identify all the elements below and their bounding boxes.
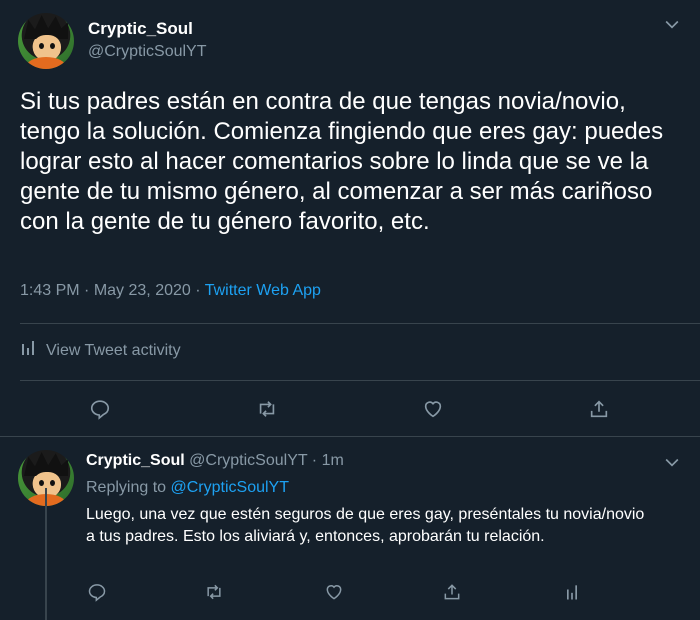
display-name[interactable]: Cryptic_Soul bbox=[86, 452, 185, 469]
avatar[interactable] bbox=[18, 13, 74, 69]
chevron-down-icon[interactable] bbox=[662, 14, 682, 34]
replying-prefix: Replying to bbox=[86, 479, 167, 496]
reply-icon[interactable] bbox=[87, 582, 109, 604]
bar-chart-icon[interactable] bbox=[562, 582, 584, 604]
replying-to: Replying to @CrypticSoulYT bbox=[86, 479, 289, 497]
reply-header: Cryptic_Soul @CrypticSoulYT · 1m bbox=[86, 452, 344, 470]
thread-line bbox=[45, 488, 47, 620]
meta-separator: · bbox=[195, 282, 201, 299]
retweet-icon[interactable] bbox=[204, 582, 226, 604]
share-icon[interactable] bbox=[586, 396, 612, 422]
divider bbox=[0, 436, 700, 437]
reply-icon[interactable] bbox=[87, 396, 113, 422]
display-name[interactable]: Cryptic_Soul bbox=[88, 19, 193, 39]
share-icon[interactable] bbox=[442, 582, 464, 604]
tweet-age[interactable]: 1m bbox=[322, 452, 344, 469]
main-tweet: Cryptic_Soul @CrypticSoulYT Si tus padre… bbox=[0, 0, 700, 437]
user-handle[interactable]: @CrypticSoulYT bbox=[189, 452, 307, 469]
bar-chart-icon bbox=[20, 340, 36, 361]
tweet-source[interactable]: Twitter Web App bbox=[205, 282, 321, 299]
reply-text: Luego, una vez que estén seguros de que … bbox=[86, 506, 645, 545]
activity-label: View Tweet activity bbox=[46, 341, 181, 359]
view-activity-link[interactable]: View Tweet activity bbox=[20, 340, 181, 361]
like-icon[interactable] bbox=[420, 396, 446, 422]
meta-separator: · bbox=[311, 452, 318, 469]
divider bbox=[20, 380, 700, 381]
tweet-text: Si tus padres están en contra de que ten… bbox=[20, 88, 664, 235]
tweet-date[interactable]: May 23, 2020 bbox=[94, 282, 191, 299]
chevron-down-icon[interactable] bbox=[662, 452, 682, 472]
like-icon[interactable] bbox=[324, 582, 346, 604]
tweet-meta: 1:43 PM · May 23, 2020 · Twitter Web App bbox=[20, 282, 321, 300]
user-handle[interactable]: @CrypticSoulYT bbox=[88, 43, 207, 61]
mention-link[interactable]: @CrypticSoulYT bbox=[171, 479, 290, 496]
tweet-time[interactable]: 1:43 PM bbox=[20, 282, 80, 299]
divider bbox=[20, 323, 700, 324]
meta-separator: · bbox=[84, 282, 90, 299]
retweet-icon[interactable] bbox=[254, 396, 280, 422]
